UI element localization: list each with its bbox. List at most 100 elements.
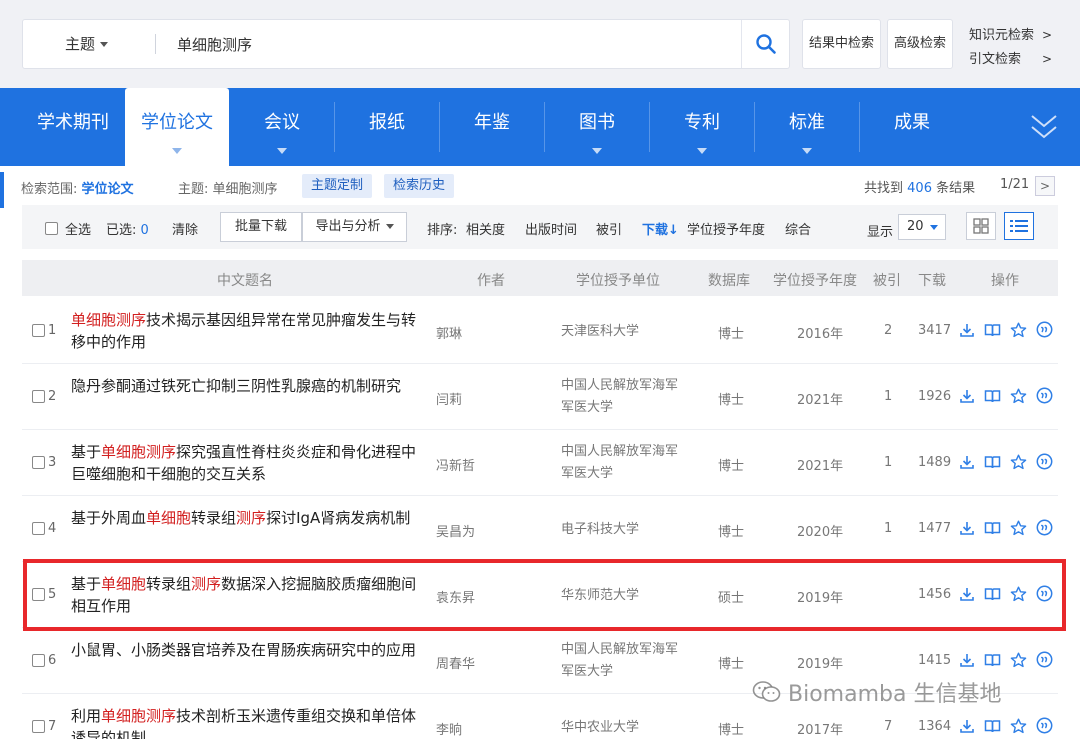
cite-quote-icon[interactable] — [1036, 321, 1053, 338]
paper-title-link[interactable]: 隐丹参酮通过铁死亡抑制三阴性乳腺癌的机制研究 — [71, 375, 427, 397]
cite-quote-icon[interactable] — [1036, 519, 1053, 536]
download-icon[interactable] — [958, 387, 975, 404]
cite-quote-icon[interactable] — [1036, 651, 1053, 668]
advanced-search-button[interactable]: 高级检索 — [887, 19, 953, 69]
search-history-button[interactable]: 检索历史 — [384, 174, 455, 198]
paper-title-link[interactable]: 基于单细胞转录组测序数据深入挖掘脑胶质瘤细胞间相互作用 — [71, 573, 427, 617]
sort-cited[interactable]: 被引 — [596, 219, 622, 238]
author-link[interactable]: 冯新哲 — [436, 455, 475, 474]
download-icon[interactable] — [958, 585, 975, 602]
batch-download-button[interactable]: 批量下载 — [220, 212, 302, 242]
unit-link[interactable]: 华东师范大学 — [561, 585, 686, 607]
read-online-icon[interactable] — [984, 387, 1001, 404]
tab-patents[interactable]: 专利 — [650, 88, 754, 166]
tab-newspapers[interactable]: 报纸 — [335, 88, 439, 166]
topic-custom-button[interactable]: 主题定制 — [302, 174, 373, 198]
unit-link[interactable]: 华中农业大学 — [561, 717, 686, 739]
favorite-star-icon[interactable] — [1010, 453, 1027, 470]
search-in-results-button[interactable]: 结果中检索 — [802, 19, 881, 69]
cited-count[interactable]: 1 — [884, 521, 892, 536]
author-link[interactable]: 闫莉 — [436, 389, 462, 408]
row-checkbox[interactable] — [32, 390, 45, 403]
database-cell: 博士 — [718, 525, 745, 540]
read-online-icon[interactable] — [984, 519, 1001, 536]
tab-conferences[interactable]: 会议 — [230, 88, 334, 166]
cite-quote-icon[interactable] — [1036, 585, 1053, 602]
search-input[interactable] — [177, 28, 737, 60]
favorite-star-icon[interactable] — [1010, 519, 1027, 536]
list-view-button[interactable] — [1004, 212, 1034, 240]
paper-title-link[interactable]: 基于单细胞测序探究强直性脊柱炎炎症和骨化进程中巨噬细胞和干细胞的交互关系 — [71, 441, 427, 485]
tab-dissertations[interactable]: 学位论文 — [125, 88, 229, 166]
cite-quote-icon[interactable] — [1036, 717, 1053, 734]
cite-quote-icon[interactable] — [1036, 453, 1053, 470]
paper-title-link[interactable]: 利用单细胞测序技术剖析玉米遗传重组交换和单倍体诱导的机制 — [71, 705, 427, 739]
read-online-icon[interactable] — [984, 717, 1001, 734]
paper-title-link[interactable]: 单细胞测序技术揭示基因组异常在常见肿瘤发生与转移中的作用 — [71, 309, 427, 353]
read-online-icon[interactable] — [984, 321, 1001, 338]
unit-link[interactable]: 中国人民解放军海军军医大学 — [561, 375, 686, 419]
download-icon[interactable] — [958, 651, 975, 668]
unit-link[interactable]: 中国人民解放军海军军医大学 — [561, 441, 686, 485]
paper-title-link[interactable]: 小鼠胃、小肠类器官培养及在胃肠疾病研究中的应用 — [71, 639, 427, 661]
grid-view-button[interactable] — [966, 212, 996, 240]
author-link[interactable]: 吴昌为 — [436, 521, 475, 540]
author-link[interactable]: 郭琳 — [436, 323, 462, 342]
download-count: 1477 — [918, 521, 952, 536]
select-all-label[interactable]: 全选 — [65, 219, 91, 238]
tab-yearbooks[interactable]: 年鉴 — [440, 88, 544, 166]
row-checkbox[interactable] — [32, 456, 45, 469]
author-link[interactable]: 周春华 — [436, 653, 475, 672]
row-checkbox[interactable] — [32, 588, 45, 601]
read-online-icon[interactable] — [984, 453, 1001, 470]
favorite-star-icon[interactable] — [1010, 717, 1027, 734]
cite-quote-icon[interactable] — [1036, 387, 1053, 404]
download-icon[interactable] — [958, 519, 975, 536]
favorite-star-icon[interactable] — [1010, 387, 1027, 404]
select-all-checkbox[interactable] — [45, 222, 58, 235]
cited-count[interactable]: 1 — [884, 455, 892, 470]
download-icon[interactable] — [958, 717, 975, 734]
sort-downloads[interactable]: 下载↓ — [642, 219, 679, 238]
author-link[interactable]: 李晌 — [436, 719, 462, 738]
tab-books[interactable]: 图书 — [545, 88, 649, 166]
favorite-star-icon[interactable] — [1010, 651, 1027, 668]
title-text: 探讨IgA肾病发病机制 — [266, 509, 411, 527]
next-page-button[interactable]: > — [1035, 176, 1055, 196]
cited-count[interactable]: 7 — [884, 719, 892, 734]
download-icon[interactable] — [958, 453, 975, 470]
sort-relevance[interactable]: 相关度 — [466, 219, 505, 238]
unit-link[interactable]: 天津医科大学 — [561, 321, 686, 343]
read-online-icon[interactable] — [984, 651, 1001, 668]
cited-count[interactable]: 1 — [884, 389, 892, 404]
result-count: 共找到 406 条结果 — [864, 177, 975, 196]
sort-comprehensive[interactable]: 综合 — [785, 219, 811, 238]
sort-degree-year[interactable]: 学位授予年度 — [687, 219, 765, 238]
search-field-select[interactable]: 主题 — [65, 20, 109, 68]
read-online-icon[interactable] — [984, 585, 1001, 602]
favorite-star-icon[interactable] — [1010, 585, 1027, 602]
search-button[interactable] — [741, 20, 789, 68]
paper-title-link[interactable]: 基于外周血单细胞转录组测序探讨IgA肾病发病机制 — [71, 507, 427, 529]
unit-link[interactable]: 电子科技大学 — [561, 519, 686, 541]
expand-nav-button[interactable] — [1028, 110, 1060, 144]
row-checkbox[interactable] — [32, 654, 45, 667]
citation-search-link[interactable]: 引文检索 > — [969, 48, 1052, 67]
export-analysis-dropdown[interactable]: 导出与分析 — [302, 212, 407, 242]
sort-pubdate[interactable]: 出版时间 — [525, 219, 577, 238]
tab-standards[interactable]: 标准 — [755, 88, 859, 166]
clear-selection-button[interactable]: 清除 — [172, 219, 198, 238]
row-checkbox[interactable] — [32, 522, 45, 535]
knowledge-search-link[interactable]: 知识元检索 > — [969, 24, 1052, 43]
favorite-star-icon[interactable] — [1010, 321, 1027, 338]
cited-count[interactable]: 2 — [884, 323, 892, 338]
table-row — [22, 364, 1058, 430]
row-checkbox[interactable] — [32, 324, 45, 337]
page-size-select[interactable]: 20 — [898, 214, 946, 240]
download-icon[interactable] — [958, 321, 975, 338]
row-checkbox[interactable] — [32, 720, 45, 733]
author-link[interactable]: 袁东昇 — [436, 587, 475, 606]
tab-journals[interactable]: 学术期刊 — [22, 88, 124, 166]
unit-link[interactable]: 中国人民解放军海军军医大学 — [561, 639, 686, 683]
tab-achievements[interactable]: 成果 — [860, 88, 964, 166]
